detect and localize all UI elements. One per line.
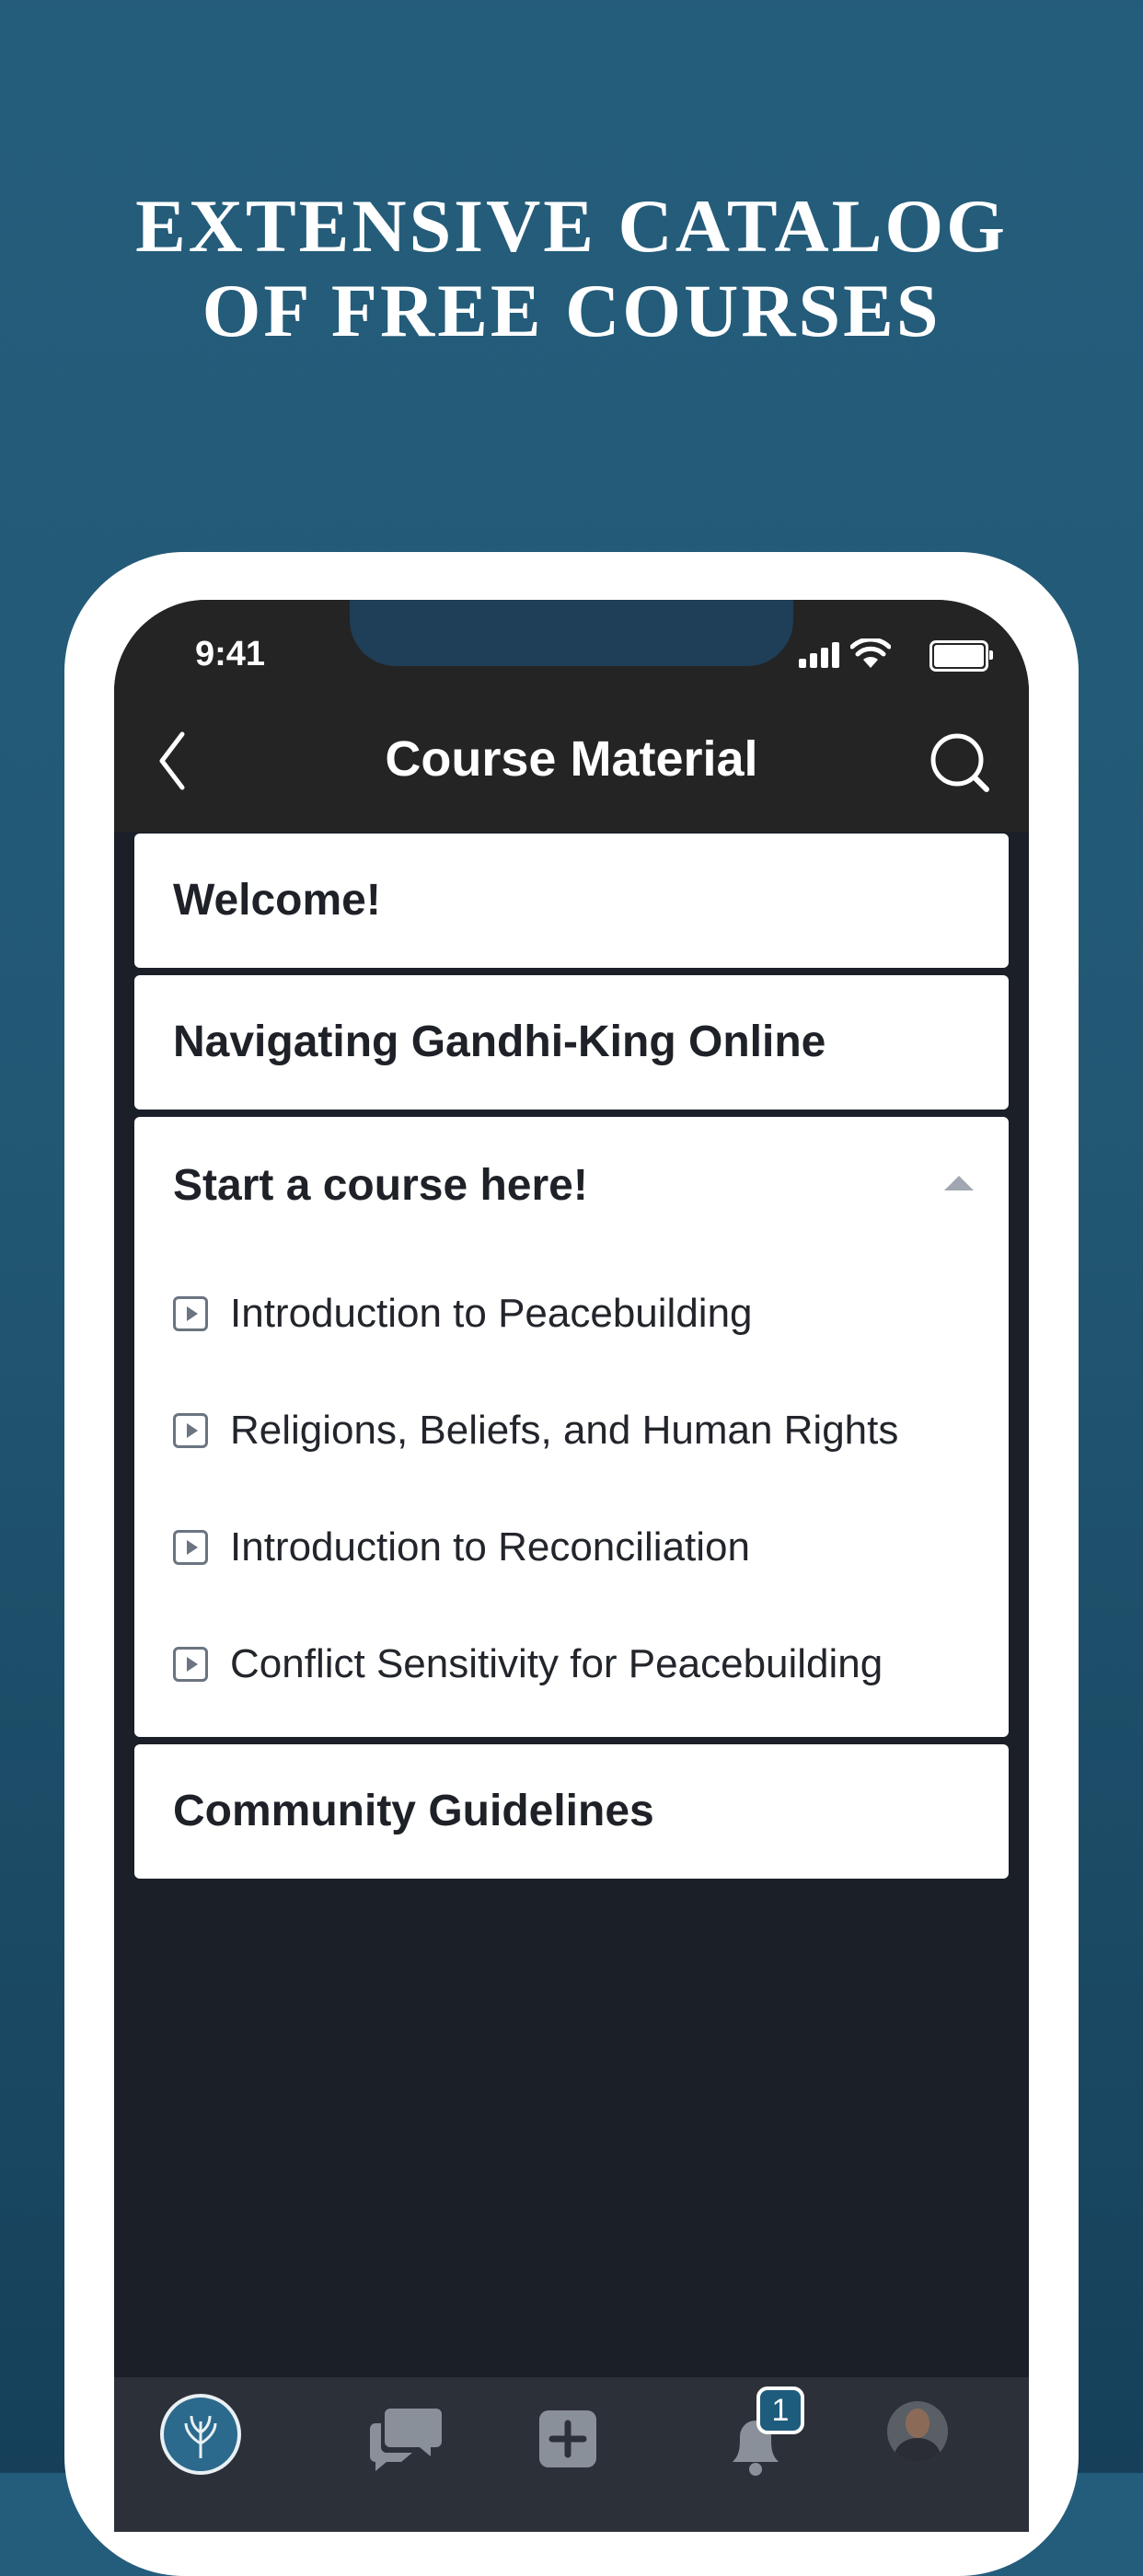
notification-badge: 1: [756, 2386, 804, 2434]
page-title: Course Material: [385, 731, 758, 787]
battery-icon: [929, 640, 993, 672]
search-icon[interactable]: [928, 730, 992, 795]
course-item-label: Introduction to Reconciliation: [230, 1524, 750, 1570]
collapse-caret-icon[interactable]: [944, 1176, 974, 1190]
chat-icon[interactable]: [364, 2398, 447, 2480]
header-area: 9:41 Course Material: [114, 600, 1029, 832]
profile-avatar[interactable]: [887, 2401, 948, 2462]
course-item[interactable]: Conflict Sensitivity for Peacebuilding: [134, 1605, 1009, 1722]
course-material-list: Welcome! Navigating Gandhi-King Online S…: [134, 834, 1009, 1886]
headline-line-2: OF FREE COURSES: [202, 269, 941, 352]
status-time: 9:41: [195, 635, 266, 673]
section-title: Welcome!: [173, 876, 381, 925]
course-item-label: Introduction to Peacebuilding: [230, 1290, 753, 1336]
section-welcome[interactable]: Welcome!: [134, 834, 1009, 968]
wifi-icon: [850, 638, 891, 668]
course-item[interactable]: Introduction to Peacebuilding: [134, 1255, 1009, 1372]
play-icon: [173, 1529, 208, 1565]
section-community-guidelines[interactable]: Community Guidelines: [134, 1744, 1009, 1879]
play-icon: [173, 1412, 208, 1448]
section-navigating[interactable]: Navigating Gandhi-King Online: [134, 975, 1009, 1110]
course-list: Introduction to Peacebuilding Religions,…: [134, 1255, 1009, 1737]
add-icon[interactable]: [526, 2398, 609, 2480]
play-icon: [173, 1295, 208, 1331]
section-start-course: Start a course here! Introduction to Pea…: [134, 1117, 1009, 1737]
course-item[interactable]: Religions, Beliefs, and Human Rights: [134, 1372, 1009, 1489]
headline-line-1: EXTENSIVE CATALOG: [135, 184, 1008, 268]
course-item[interactable]: Introduction to Reconciliation: [134, 1489, 1009, 1605]
play-icon: [173, 1646, 208, 1682]
course-item-label: Conflict Sensitivity for Peacebuilding: [230, 1640, 883, 1686]
section-title: Navigating Gandhi-King Online: [173, 1018, 826, 1066]
marketing-headline: EXTENSIVE CATALOG OF FREE COURSES: [0, 184, 1143, 353]
phone-notch: [350, 600, 793, 666]
section-title: Community Guidelines: [173, 1787, 654, 1835]
cellular-signal-icon: [799, 640, 841, 668]
tab-bar: 1: [114, 2377, 1029, 2532]
phone-screen: 9:41 Course Material Welcome! Navigating…: [114, 600, 1029, 2532]
home-logo-icon[interactable]: [160, 2394, 241, 2475]
course-item-label: Religions, Beliefs, and Human Rights: [230, 1407, 899, 1453]
section-title[interactable]: Start a course here!: [134, 1117, 1009, 1255]
